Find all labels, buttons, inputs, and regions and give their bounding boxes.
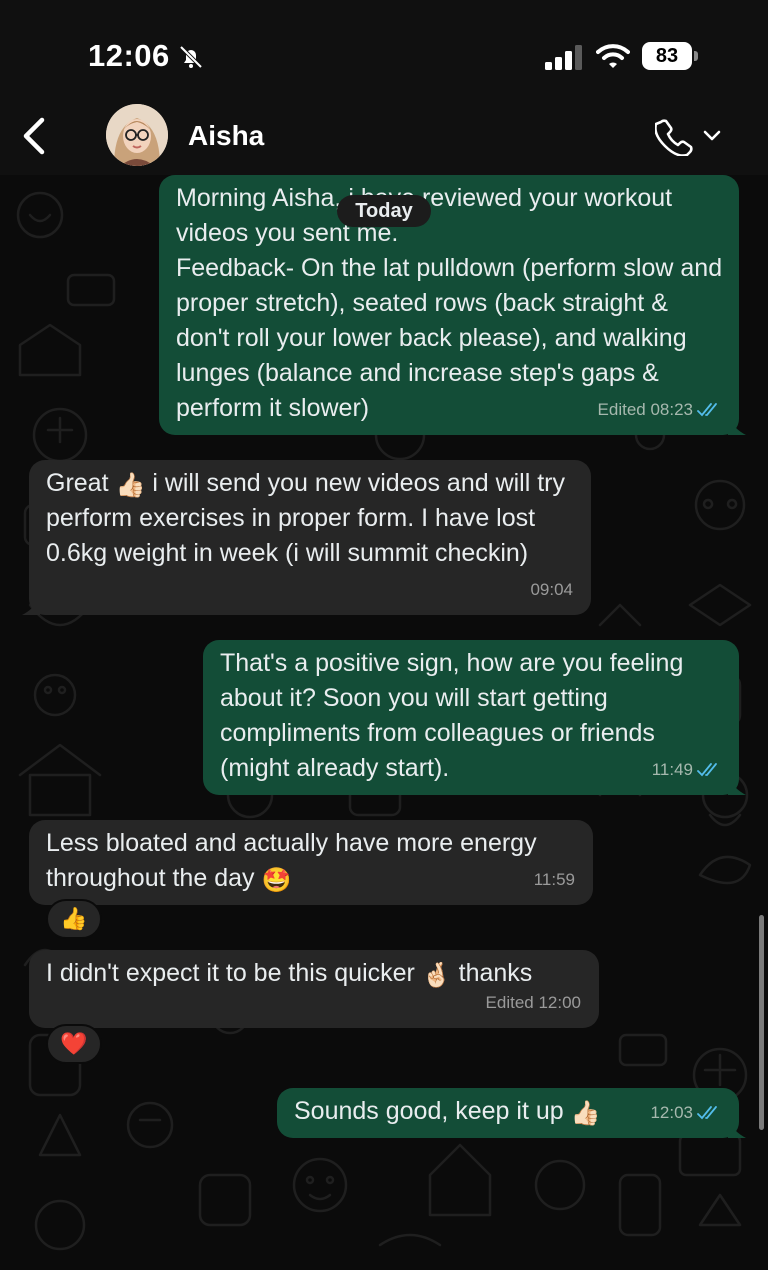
- contact-name[interactable]: Aisha: [188, 120, 264, 152]
- message-meta: 12:03: [650, 1095, 721, 1130]
- thumbs-up-emoji: 👍🏻: [570, 1100, 601, 1127]
- bubble-tail: [22, 597, 40, 615]
- message-bubble-incoming[interactable]: Great 👍🏻 i will send you new videos and …: [22, 460, 591, 615]
- message-text-part: I didn't expect it to be this quicker: [46, 959, 422, 987]
- status-bar: 12:06 83: [0, 0, 768, 100]
- chevron-left-icon[interactable]: [18, 114, 52, 158]
- star-struck-emoji: 🤩: [261, 867, 292, 894]
- reaction-badge[interactable]: ❤️: [46, 1024, 102, 1064]
- bubble-tail: [728, 1120, 746, 1138]
- battery-level: 83: [655, 45, 679, 67]
- phone-icon[interactable]: [655, 116, 725, 156]
- bell-slash-icon: [179, 45, 203, 69]
- message-bubble-incoming[interactable]: Less bloated and actually have more ener…: [29, 820, 593, 905]
- battery-icon: 83: [642, 42, 698, 70]
- message-bubble-outgoing[interactable]: Sounds good, keep it up 👍🏻 12:03: [277, 1088, 746, 1138]
- message-bubble-outgoing[interactable]: Morning Aisha, i have reviewed your work…: [159, 175, 746, 435]
- date-divider: Today: [337, 195, 431, 227]
- avatar[interactable]: [106, 104, 168, 166]
- chat-header: Aisha: [0, 100, 768, 175]
- double-check-icon: [697, 402, 717, 416]
- scrollbar[interactable]: [759, 915, 764, 1130]
- status-time: 12:06: [88, 38, 170, 73]
- message-time: 11:59: [533, 870, 575, 889]
- message-bubble-incoming[interactable]: I didn't expect it to be this quicker 🤞🏻…: [29, 950, 599, 1028]
- double-check-icon: [697, 762, 717, 776]
- message-text: Great 👍🏻 i will send you new videos and …: [46, 466, 575, 571]
- crossed-fingers-emoji: 🤞🏻: [421, 962, 452, 989]
- message-time: Edited 08:23: [597, 400, 693, 419]
- cellular-signal-icon: [545, 45, 582, 70]
- message-time: Edited 12:00: [485, 993, 581, 1012]
- double-check-icon: [697, 1105, 717, 1119]
- wifi-icon: [596, 44, 630, 68]
- avatar-image: [106, 104, 168, 166]
- message-text-part: Less bloated and actually have more ener…: [46, 829, 544, 892]
- message-meta: 11:49: [652, 752, 721, 787]
- message-time: 12:03: [650, 1103, 693, 1122]
- message-text: Less bloated and actually have more ener…: [46, 826, 577, 896]
- thumbs-up-emoji: 👍🏻: [115, 472, 146, 499]
- message-text-part: Great: [46, 469, 116, 497]
- message-text-part: Sounds good, keep it up: [294, 1097, 571, 1125]
- chevron-down-icon: [703, 130, 721, 141]
- message-text-part: thanks: [451, 959, 533, 987]
- message-text: Morning Aisha, i have reviewed your work…: [176, 184, 723, 422]
- bubble-tail: [728, 417, 746, 435]
- message-time: 11:49: [651, 760, 693, 779]
- message-bubble-outgoing[interactable]: That's a positive sign, how are you feel…: [203, 640, 746, 795]
- bubble-tail: [728, 777, 746, 795]
- message-meta: Edited 08:23: [598, 392, 721, 427]
- message-time: 09:04: [530, 580, 573, 599]
- message-text: That's a positive sign, how are you feel…: [220, 649, 691, 782]
- reaction-badge[interactable]: 👍: [46, 899, 102, 939]
